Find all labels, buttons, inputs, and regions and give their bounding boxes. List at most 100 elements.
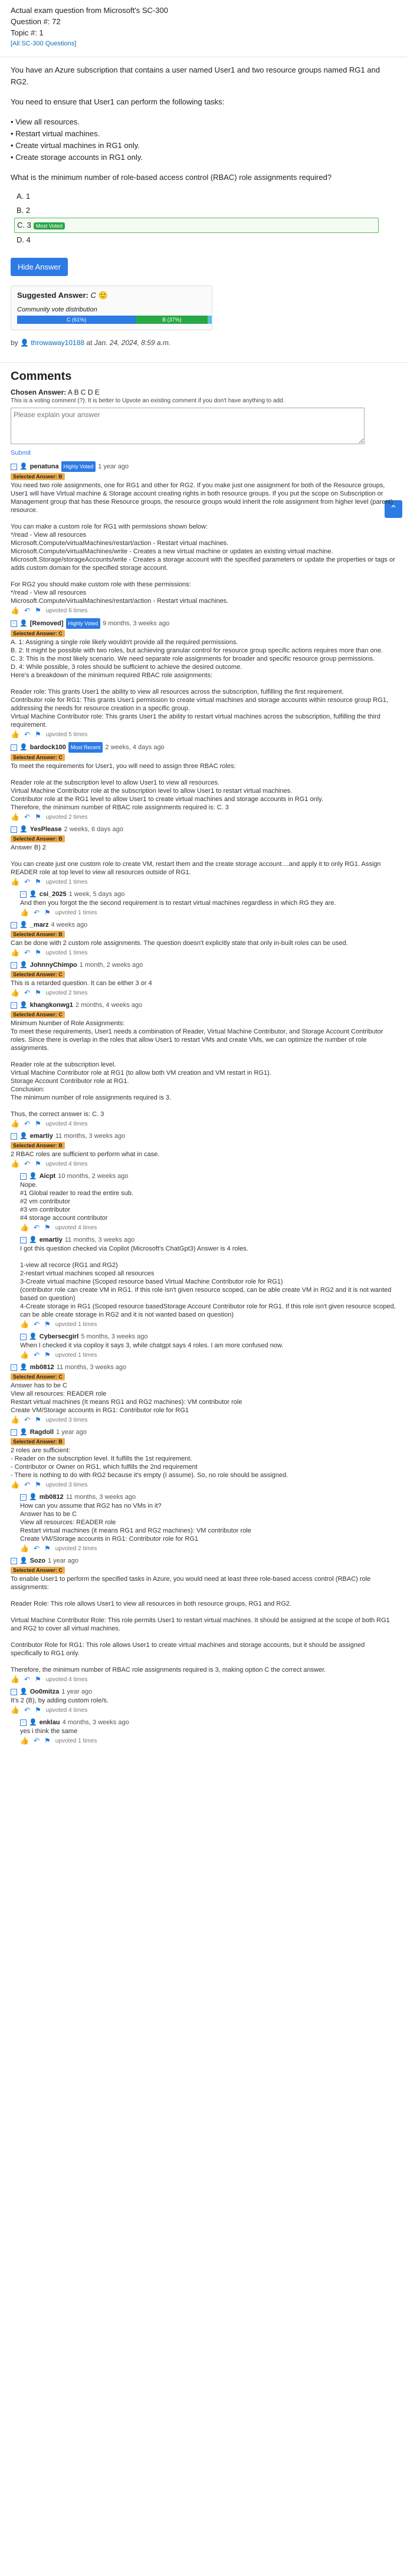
upvote-icon[interactable]: 👍: [11, 1120, 19, 1128]
comment-author[interactable]: Oo0mitza: [30, 1687, 60, 1696]
comment-author[interactable]: enklau: [40, 1718, 60, 1727]
comment-author[interactable]: emartiy: [40, 1235, 63, 1245]
collapse-icon[interactable]: −: [20, 1236, 27, 1243]
explanation-input[interactable]: [11, 408, 365, 444]
upvote-icon[interactable]: 👍: [11, 813, 19, 821]
choice-b[interactable]: B. 2: [17, 204, 390, 218]
upvote-icon[interactable]: 👍: [11, 730, 19, 739]
flag-icon[interactable]: ⚑: [35, 949, 41, 957]
flag-icon[interactable]: ⚑: [44, 1737, 51, 1745]
comment-author[interactable]: Cybersecgirl: [40, 1332, 79, 1341]
flag-icon[interactable]: ⚑: [35, 813, 41, 821]
collapse-icon[interactable]: −: [11, 1364, 17, 1371]
reply-icon[interactable]: ↶: [24, 1120, 30, 1128]
reply-icon[interactable]: ↶: [24, 878, 30, 886]
submit-button[interactable]: Submit: [0, 448, 407, 458]
reply-icon[interactable]: ↶: [24, 1675, 30, 1684]
reply-icon[interactable]: ↶: [24, 1416, 30, 1424]
hide-answer-button[interactable]: Hide Answer: [11, 258, 68, 276]
reply-icon[interactable]: ↶: [34, 1351, 40, 1359]
upvote-icon[interactable]: 👍: [11, 606, 19, 615]
flag-icon[interactable]: ⚑: [35, 1675, 41, 1684]
all-questions-link[interactable]: [All SC-300 Questions]: [11, 40, 76, 47]
flag-icon[interactable]: ⚑: [35, 989, 41, 997]
reply-icon[interactable]: ↶: [24, 1706, 30, 1714]
answer-radio-group[interactable]: A B C D E: [68, 388, 100, 396]
reply-icon[interactable]: ↶: [34, 1544, 40, 1553]
collapse-icon[interactable]: −: [20, 1494, 27, 1501]
upvote-icon[interactable]: 👍: [11, 1706, 19, 1714]
upvote-icon[interactable]: 👍: [11, 1675, 19, 1684]
comment-author[interactable]: csi_2025: [40, 890, 67, 899]
collapse-icon[interactable]: −: [11, 921, 17, 928]
comment-author[interactable]: YesPlease: [30, 825, 62, 834]
flag-icon[interactable]: ⚑: [35, 1416, 41, 1424]
collapse-icon[interactable]: −: [11, 1688, 17, 1695]
flag-icon[interactable]: ⚑: [35, 1160, 41, 1168]
comment-author[interactable]: mb0812: [40, 1492, 64, 1502]
comment-author[interactable]: Sozo: [30, 1556, 45, 1566]
collapse-icon[interactable]: −: [11, 1557, 17, 1564]
reply-icon[interactable]: ↶: [24, 989, 30, 997]
flag-icon[interactable]: ⚑: [35, 1481, 41, 1489]
flag-icon[interactable]: ⚑: [44, 1223, 51, 1232]
upvote-icon[interactable]: 👍: [20, 908, 29, 917]
upvote-icon[interactable]: 👍: [20, 1544, 29, 1553]
collapse-icon[interactable]: −: [11, 1429, 17, 1436]
flag-icon[interactable]: ⚑: [35, 606, 41, 615]
comment-author[interactable]: [Removed]: [30, 619, 64, 628]
flag-icon[interactable]: ⚑: [35, 878, 41, 886]
reply-icon[interactable]: ↶: [34, 1737, 40, 1745]
comment-author[interactable]: emartiy: [30, 1131, 53, 1141]
collapse-icon[interactable]: −: [20, 1719, 27, 1726]
comment-author[interactable]: bardock100: [30, 743, 66, 752]
reply-icon[interactable]: ↶: [24, 1481, 30, 1489]
collapse-icon[interactable]: −: [11, 1133, 17, 1140]
reply-icon[interactable]: ↶: [34, 908, 40, 917]
flag-icon[interactable]: ⚑: [35, 1120, 41, 1128]
flag-icon[interactable]: ⚑: [44, 908, 51, 917]
flag-icon[interactable]: ⚑: [44, 1320, 51, 1328]
collapse-icon[interactable]: −: [11, 826, 17, 833]
comment-author[interactable]: mb0812: [30, 1363, 54, 1372]
reply-icon[interactable]: ↶: [34, 1320, 40, 1328]
upvote-icon[interactable]: 👍: [11, 878, 19, 886]
flag-icon[interactable]: ⚑: [35, 730, 41, 739]
collapse-icon[interactable]: −: [20, 891, 27, 898]
upvote-icon[interactable]: 👍: [11, 1160, 19, 1168]
collapse-icon[interactable]: −: [11, 744, 17, 751]
choice-c[interactable]: C. 3 Most Voted: [14, 218, 379, 233]
upvote-icon[interactable]: 👍: [11, 989, 19, 997]
upvote-icon[interactable]: 👍: [20, 1223, 29, 1232]
collapse-icon[interactable]: −: [11, 463, 17, 470]
collapse-icon[interactable]: −: [11, 1002, 17, 1009]
upvote-icon[interactable]: 👍: [20, 1737, 29, 1745]
author-link[interactable]: throwaway10188: [31, 339, 84, 347]
reply-icon[interactable]: ↶: [24, 1160, 30, 1168]
upvote-icon[interactable]: 👍: [20, 1320, 29, 1328]
flag-icon[interactable]: ⚑: [44, 1351, 51, 1359]
reply-icon[interactable]: ↶: [24, 949, 30, 957]
upvote-icon[interactable]: 👍: [20, 1351, 29, 1359]
collapse-icon[interactable]: −: [11, 962, 17, 969]
upvote-icon[interactable]: 👍: [11, 1481, 19, 1489]
reply-icon[interactable]: ↶: [34, 1223, 40, 1232]
flag-icon[interactable]: ⚑: [44, 1544, 51, 1553]
collapse-icon[interactable]: −: [20, 1333, 27, 1340]
comment-author[interactable]: JohnnyChimpo: [30, 960, 77, 970]
collapse-icon[interactable]: −: [11, 620, 17, 627]
choice-d[interactable]: D. 4: [17, 233, 390, 247]
comment-author[interactable]: _marz: [30, 920, 49, 930]
upvote-icon[interactable]: 👍: [11, 1416, 19, 1424]
comment-author[interactable]: Aicpt: [40, 1171, 56, 1181]
upvote-icon[interactable]: 👍: [11, 949, 19, 957]
reply-icon[interactable]: ↶: [24, 606, 30, 615]
comment-author[interactable]: penatuna: [30, 462, 59, 471]
collapse-icon[interactable]: −: [20, 1173, 27, 1180]
choice-a[interactable]: A. 1: [17, 189, 390, 204]
reply-icon[interactable]: ↶: [24, 813, 30, 821]
comment-author[interactable]: Ragdoll: [30, 1428, 54, 1437]
comment-author[interactable]: khangkonwg1: [30, 1000, 73, 1010]
reply-icon[interactable]: ↶: [24, 730, 30, 739]
flag-icon[interactable]: ⚑: [35, 1706, 41, 1714]
